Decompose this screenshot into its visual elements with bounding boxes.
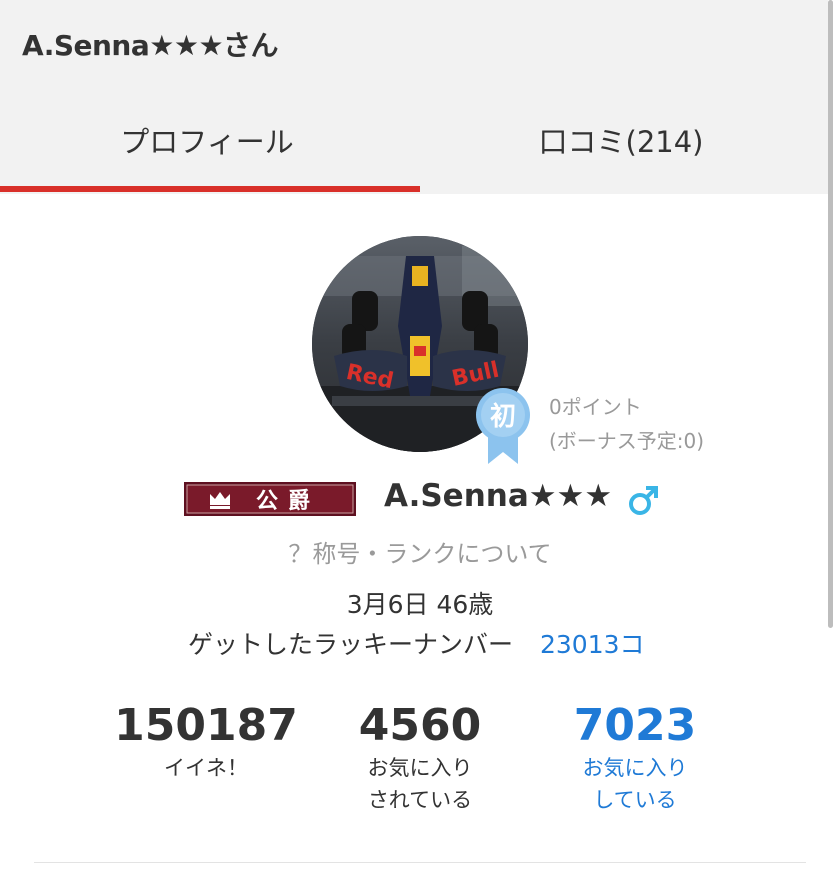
stat-favorited-by: 4560 お気に入り されている [300,700,540,816]
male-icon [629,486,658,515]
lucky-number-label: ゲットしたラッキーナンバー [188,630,514,659]
rank-title-plate: 公爵 [184,482,356,516]
badge-label: 初 [490,402,516,432]
tab-reviews-label: 口コミ(214) [538,125,704,159]
page-title: A.Senna★★★さん [22,29,279,62]
lucky-number-count[interactable]: 23013コ [540,625,645,661]
divider [34,862,806,863]
birthday-age: 3月6日 46歳 [346,590,494,619]
points-value: 0ポイント [549,395,642,419]
first-timer-ribbon-icon: 初 [476,388,530,464]
bonus-points: (ボーナス予定:0) [549,429,705,453]
stat-value: 4560 [358,700,482,751]
stat-value: 7023 [573,700,697,751]
stat-label: イイネ！ [164,756,248,780]
scrollbar-track [833,0,840,878]
rank-title: 公爵 [256,489,320,514]
about-rank-link[interactable]: ？称号・ランクについて [0,534,840,569]
header: A.Senna★★★さん プロフィール 口コミ(214) [0,0,828,194]
tab-profile[interactable]: プロフィール [0,90,414,190]
points-info: 0ポイント (ボーナス予定:0) [549,390,704,458]
active-tab-indicator [0,186,420,192]
stat-favoriting[interactable]: 7023 お気に入り している [515,700,755,816]
username: A.Senna★★★ [384,478,613,514]
tab-reviews[interactable]: 口コミ(214) [414,90,828,190]
stat-likes: 150187 イイネ！ [86,700,326,784]
stat-value: 150187 [114,700,298,751]
stat-label: お気に入り されている [367,756,473,812]
tab-profile-label: プロフィール [120,125,294,159]
stat-label: お気に入り している [582,756,688,812]
